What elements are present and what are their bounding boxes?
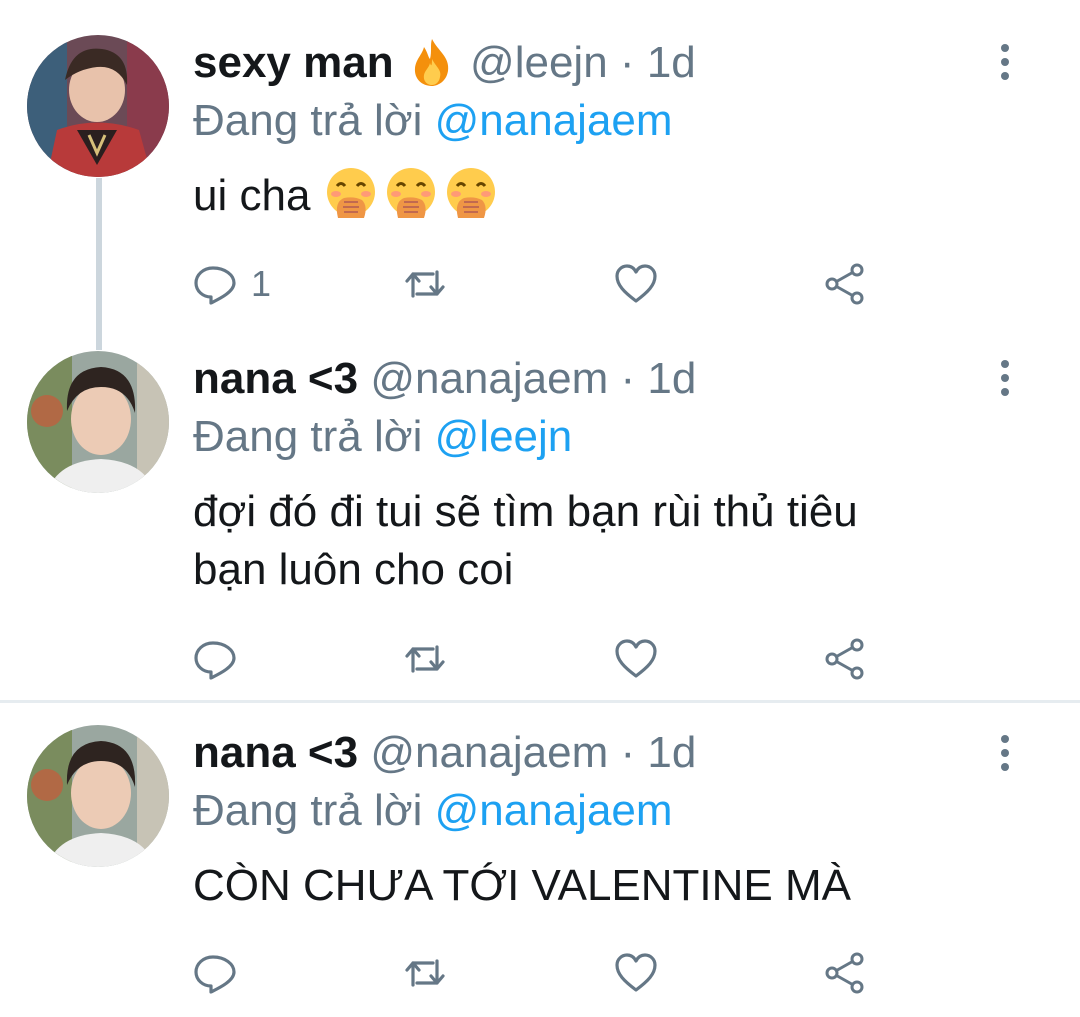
user-handle[interactable]: @nanajaem [370,354,608,403]
separator-dot: · [619,38,635,87]
retweet-button[interactable] [403,634,447,684]
avatar[interactable] [27,351,169,493]
heart-icon [615,953,657,992]
reply-prefix: Đang trả lời [193,786,423,835]
retweet-icon [405,270,445,298]
avatar[interactable] [27,725,169,867]
hand-over-mouth-emoji-icon [327,168,376,218]
reply-prefix: Đang trả lời [193,96,423,145]
user-handle[interactable]: @nanajaem [370,728,608,777]
share-button[interactable] [823,948,867,998]
tweet-text: đợi đó đi tui sẽ tìm bạn rùi thủ tiêu bạ… [193,483,1013,599]
share-button[interactable] [823,259,867,309]
replying-to: Đang trả lời @leejn [193,410,572,464]
reply-mention-link[interactable]: @nanajaem [435,786,673,835]
avatar[interactable] [27,35,169,177]
tweet-header: nana <3 @nanajaem · 1d [193,726,696,780]
share-icon [825,638,864,680]
like-button[interactable] [614,259,658,309]
retweet-button[interactable] [403,259,447,309]
heart-icon [615,264,657,303]
fire-icon [414,39,449,86]
reply-button[interactable] [193,634,237,684]
tweet-text: ui cha [193,166,1013,225]
reply-mention-link[interactable]: @nanajaem [435,96,673,145]
user-handle[interactable]: @leejn [470,38,608,87]
tweet-text: CÒN CHƯA TỚI VALENTINE MÀ [193,857,1013,915]
hand-over-mouth-emoji-icon [447,168,496,218]
display-name[interactable]: sexy man [193,38,394,87]
display-name[interactable]: nana <3 [193,728,358,777]
retweet-icon [405,645,445,673]
tweet-header: sexy man @leejn · 1d [193,36,696,90]
retweet-button[interactable] [403,948,447,998]
retweet-icon [405,959,445,987]
tweet-header: nana <3 @nanajaem · 1d [193,352,696,406]
reply-count: 1 [251,263,272,304]
timestamp[interactable]: 1d [647,38,696,87]
more-options-button[interactable] [995,44,1015,84]
tweet[interactable]: nana <3 @nanajaem · 1d Đang trả lời @lee… [0,350,1080,702]
tweet-text-content: CÒN CHƯA TỚI VALENTINE MÀ [193,861,852,910]
tweet-text-line: bạn luôn cho coi [193,545,514,594]
reply-icon [194,955,236,994]
share-icon [825,263,864,305]
separator-dot: · [620,728,636,777]
reply-icon [194,266,236,305]
tweet[interactable]: sexy man @leejn · 1d Đang trả lời @nanaj… [0,0,1080,350]
tweet-actions [0,948,1080,998]
display-name[interactable]: nana <3 [193,354,358,403]
tweet[interactable]: nana <3 @nanajaem · 1d Đang trả lời @nan… [0,703,1080,1017]
separator-dot: · [620,354,636,403]
replying-to: Đang trả lời @nanajaem [193,784,673,838]
share-button[interactable] [823,634,867,684]
tweet-text-line: đợi đó đi tui sẽ tìm bạn rùi thủ tiêu [193,487,858,536]
more-vertical-icon [1001,735,1009,743]
reply-button[interactable] [193,948,237,998]
more-vertical-icon [1001,44,1009,52]
timestamp[interactable]: 1d [647,728,696,777]
reply-icon [194,641,236,680]
more-options-button[interactable] [995,735,1015,775]
replying-to: Đang trả lời @nanajaem [193,94,673,148]
reply-mention-link[interactable]: @leejn [435,412,573,461]
reply-prefix: Đang trả lời [193,412,423,461]
share-icon [825,952,864,994]
more-options-button[interactable] [995,360,1015,400]
tweet-actions: 1 [0,259,1080,309]
heart-icon [615,639,657,678]
more-vertical-icon [1001,360,1009,368]
tweet-text-content: ui cha [193,171,311,220]
hand-over-mouth-emoji-icon [387,168,436,218]
like-button[interactable] [614,948,658,998]
like-button[interactable] [614,634,658,684]
timestamp[interactable]: 1d [647,354,696,403]
tweet-actions [0,634,1080,684]
reply-button[interactable]: 1 [193,259,271,309]
